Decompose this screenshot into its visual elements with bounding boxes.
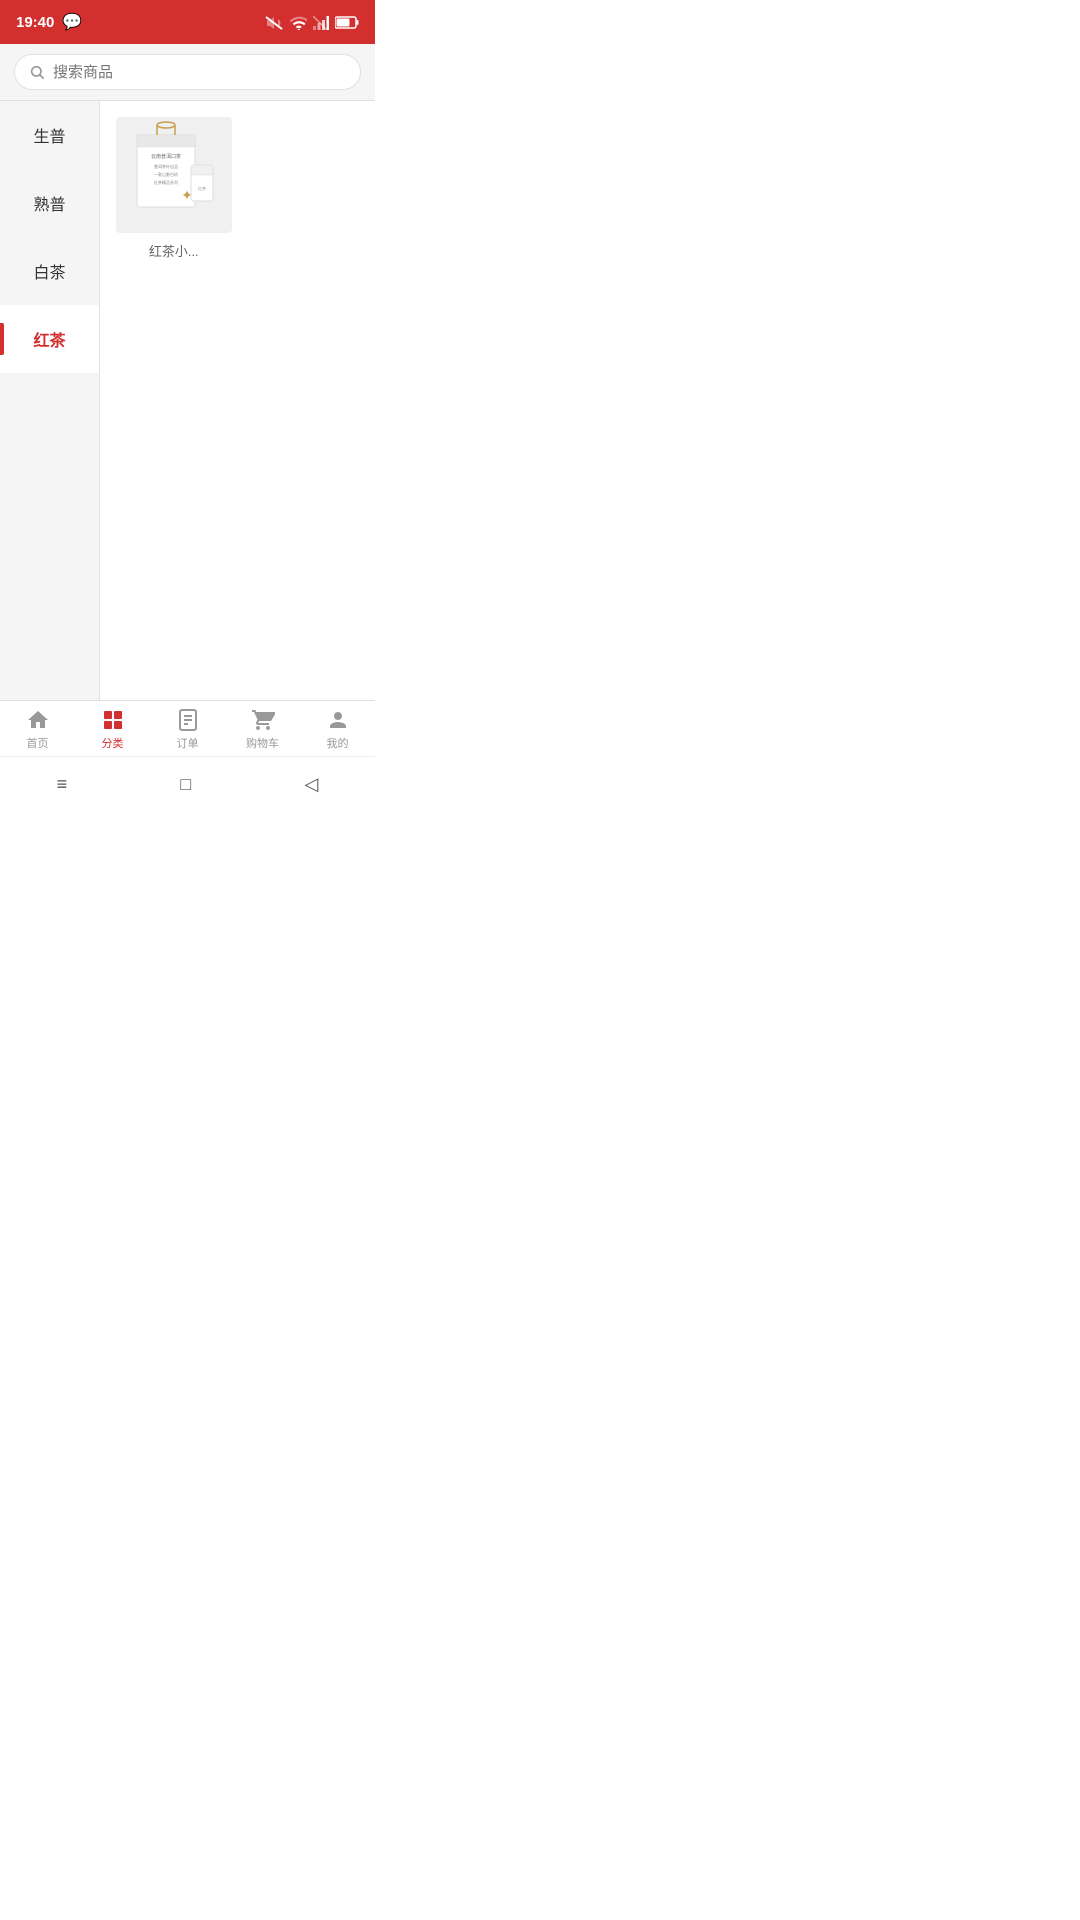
wifi-icon (289, 14, 307, 31)
svg-text:红茶: 红茶 (198, 185, 206, 191)
category-sidebar: 生普 熟普 白茶 红茶 (0, 101, 100, 701)
orders-icon (176, 706, 200, 732)
nav-label-orders: 订单 (177, 735, 199, 751)
product-grid: 云南普洱口茶 普洱茶叶出品 一款山野古树 红茶精品系列 ✦ 红茶 (116, 117, 359, 260)
search-bar (0, 44, 375, 101)
nav-item-home[interactable]: 首页 (0, 700, 75, 757)
nav-item-mine[interactable]: 我的 (300, 700, 375, 757)
bottom-nav: 首页 分类 订单 购物车 (0, 700, 375, 756)
home-button[interactable]: □ (160, 764, 211, 805)
product-name: 红茶小... (116, 241, 232, 260)
search-icon (29, 63, 45, 81)
svg-text:红茶精品系列: 红茶精品系列 (154, 179, 178, 185)
search-input-wrapper[interactable] (14, 54, 361, 90)
status-icons (265, 14, 359, 31)
status-bar: 19:40 💬 (0, 0, 375, 44)
app-notification-icon: 💬 (62, 12, 82, 32)
nav-item-orders[interactable]: 订单 (150, 700, 225, 757)
product-area: 云南普洱口茶 普洱茶叶出品 一款山野古树 红茶精品系列 ✦ 红茶 (100, 101, 375, 701)
sidebar-item-shengpu[interactable]: 生普 (0, 101, 99, 169)
grid-icon (101, 706, 125, 732)
product-card[interactable]: 云南普洱口茶 普洱茶叶出品 一款山野古树 红茶精品系列 ✦ 红茶 (116, 117, 232, 260)
svg-text:一款山野古树: 一款山野古树 (154, 171, 178, 177)
nav-item-category[interactable]: 分类 (75, 700, 150, 757)
sidebar-item-shoupu[interactable]: 熟普 (0, 169, 99, 237)
home-icon (26, 706, 50, 732)
system-bar: ≡ □ ◁ (0, 756, 375, 812)
signal-icon (313, 14, 329, 31)
nav-label-home: 首页 (27, 735, 49, 751)
main-content: 生普 熟普 白茶 红茶 (0, 101, 375, 701)
status-time: 19:40 (16, 14, 54, 31)
svg-text:云南普洱口茶: 云南普洱口茶 (151, 153, 181, 160)
svg-text:普洱茶叶出品: 普洱茶叶出品 (154, 163, 178, 169)
battery-icon (335, 14, 359, 31)
nav-item-cart[interactable]: 购物车 (225, 700, 300, 757)
search-input[interactable] (53, 64, 346, 81)
cart-icon (251, 706, 275, 732)
mute-icon (265, 14, 283, 31)
menu-button[interactable]: ≡ (37, 764, 88, 805)
nav-label-category: 分类 (102, 735, 124, 751)
sidebar-item-bacha[interactable]: 白茶 (0, 237, 99, 305)
back-button[interactable]: ◁ (285, 764, 339, 805)
sidebar-item-hongcha[interactable]: 红茶 (0, 305, 99, 373)
nav-label-cart: 购物车 (246, 735, 279, 751)
product-image: 云南普洱口茶 普洱茶叶出品 一款山野古树 红茶精品系列 ✦ 红茶 (116, 117, 232, 233)
nav-label-mine: 我的 (327, 735, 349, 751)
user-icon (326, 706, 350, 732)
